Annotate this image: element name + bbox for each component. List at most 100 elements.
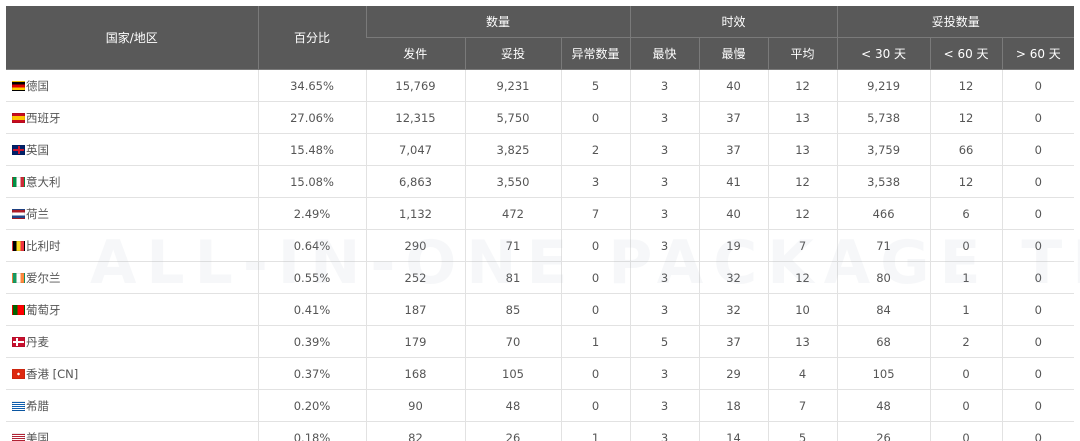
cell-delivered: 472 (464, 197, 561, 230)
cell-abnormal: 0 (560, 229, 631, 262)
cell-shipped: 168 (365, 357, 465, 390)
cell-abnormal: 0 (560, 357, 631, 390)
cell-gt60: 0 (1001, 197, 1075, 230)
table-row[interactable]: 英国 15.48% 7,047 3,825 2 3 37 13 3,759 66 0 (6, 133, 1075, 166)
cell-lt30: 84 (836, 293, 931, 326)
cell-abnormal: 0 (560, 293, 631, 326)
header-lt30[interactable]: < 30 天 (836, 37, 931, 70)
cell-percent: 0.55% (257, 261, 366, 294)
cell-average: 12 (767, 261, 838, 294)
table-row[interactable]: 比利时 0.64% 290 71 0 3 19 7 71 0 0 (6, 229, 1075, 262)
table-row[interactable]: 荷兰 2.49% 1,132 472 7 3 40 12 466 6 0 (6, 197, 1075, 230)
page: 国家/地区 百分比 数量 时效 妥投数量 发件 妥投 异常数量 最快 最慢 平均… (0, 0, 1080, 441)
header-country[interactable]: 国家/地区 (6, 6, 258, 70)
country-name: 西班牙 (26, 110, 61, 125)
header-gt60[interactable]: > 60 天 (1001, 37, 1075, 70)
flag-it-icon (12, 176, 25, 187)
table-row[interactable]: 香港 [CN] 0.37% 168 105 0 3 29 4 105 0 0 (6, 357, 1075, 390)
cell-fastest: 3 (629, 197, 700, 230)
cell-lt30: 71 (836, 229, 931, 262)
cell-lt30: 3,538 (836, 165, 931, 198)
cell-average: 7 (767, 229, 838, 262)
cell-gt60: 0 (1001, 69, 1075, 102)
cell-fastest: 3 (629, 133, 700, 166)
header-percent[interactable]: 百分比 (257, 6, 366, 70)
cell-shipped: 252 (365, 261, 465, 294)
cell-shipped: 187 (365, 293, 465, 326)
cell-country: 荷兰 (6, 197, 258, 230)
header-delivered[interactable]: 妥投 (464, 37, 561, 70)
cell-lt60: 0 (929, 229, 1003, 262)
cell-percent: 0.18% (257, 421, 366, 441)
table-body: 德国 34.65% 15,769 9,231 5 3 40 12 9,219 12 0 西班牙 27.0… (6, 69, 1075, 441)
cell-lt60: 2 (929, 325, 1003, 358)
table-row[interactable]: 意大利 15.08% 6,863 3,550 3 3 41 12 3,538 12 0 (6, 165, 1075, 198)
cell-percent: 0.41% (257, 293, 366, 326)
cell-percent: 0.64% (257, 229, 366, 262)
table-row[interactable]: 丹麦 0.39% 179 70 1 5 37 13 68 2 0 (6, 325, 1075, 358)
cell-delivered: 3,550 (464, 165, 561, 198)
header-average[interactable]: 平均 (767, 37, 838, 70)
country-name: 英国 (26, 142, 49, 157)
header-lt60[interactable]: < 60 天 (929, 37, 1003, 70)
cell-slowest: 40 (698, 197, 769, 230)
cell-country: 爱尔兰 (6, 261, 258, 294)
cell-slowest: 32 (698, 261, 769, 294)
cell-gt60: 0 (1001, 357, 1075, 390)
cell-fastest: 3 (629, 101, 700, 134)
cell-lt60: 1 (929, 293, 1003, 326)
cell-country: 意大利 (6, 165, 258, 198)
country-name: 爱尔兰 (26, 270, 61, 285)
header-abnormal[interactable]: 异常数量 (560, 37, 631, 70)
cell-gt60: 0 (1001, 229, 1075, 262)
country-name: 德国 (26, 78, 49, 93)
cell-lt30: 48 (836, 389, 931, 422)
header-shipped[interactable]: 发件 (366, 37, 465, 70)
cell-delivered: 3,825 (464, 133, 561, 166)
country-name: 葡萄牙 (26, 302, 61, 317)
cell-lt30: 105 (836, 357, 931, 390)
country-name: 荷兰 (26, 206, 49, 221)
cell-fastest: 3 (629, 261, 700, 294)
cell-abnormal: 7 (560, 197, 631, 230)
cell-percent: 15.08% (257, 165, 366, 198)
table-row[interactable]: 西班牙 27.06% 12,315 5,750 0 3 37 13 5,738 12 0 (6, 101, 1075, 134)
cell-percent: 2.49% (257, 197, 366, 230)
cell-slowest: 19 (698, 229, 769, 262)
table-row[interactable]: 德国 34.65% 15,769 9,231 5 3 40 12 9,219 12 0 (6, 69, 1075, 102)
cell-fastest: 3 (629, 229, 700, 262)
cell-country: 葡萄牙 (6, 293, 258, 326)
cell-lt30: 9,219 (836, 69, 931, 102)
cell-slowest: 37 (698, 101, 769, 134)
cell-lt30: 5,738 (836, 101, 931, 134)
cell-fastest: 3 (629, 357, 700, 390)
cell-lt60: 66 (929, 133, 1003, 166)
flag-dk-icon (12, 336, 25, 347)
header-group-delivered: 妥投数量 (836, 6, 1075, 38)
cell-shipped: 6,863 (365, 165, 465, 198)
header-fastest[interactable]: 最快 (629, 37, 700, 70)
cell-gt60: 0 (1001, 133, 1075, 166)
cell-average: 4 (767, 357, 838, 390)
cell-average: 12 (767, 69, 838, 102)
table-row[interactable]: 美国 0.18% 82 26 1 3 14 5 26 0 0 (6, 421, 1075, 441)
country-name: 意大利 (26, 174, 61, 189)
cell-lt30: 68 (836, 325, 931, 358)
cell-abnormal: 0 (560, 389, 631, 422)
cell-gt60: 0 (1001, 325, 1075, 358)
flag-ie-icon (12, 272, 25, 283)
cell-gt60: 0 (1001, 101, 1075, 134)
table-row[interactable]: 希腊 0.20% 90 48 0 3 18 7 48 0 0 (6, 389, 1075, 422)
cell-delivered: 48 (464, 389, 561, 422)
header-slowest[interactable]: 最慢 (698, 37, 769, 70)
cell-percent: 0.37% (257, 357, 366, 390)
cell-shipped: 12,315 (365, 101, 465, 134)
flag-pt-icon (12, 304, 25, 315)
cell-average: 7 (767, 389, 838, 422)
cell-slowest: 40 (698, 69, 769, 102)
cell-lt60: 0 (929, 389, 1003, 422)
cell-lt60: 6 (929, 197, 1003, 230)
table-row[interactable]: 爱尔兰 0.55% 252 81 0 3 32 12 80 1 0 (6, 261, 1075, 294)
cell-shipped: 90 (365, 389, 465, 422)
table-row[interactable]: 葡萄牙 0.41% 187 85 0 3 32 10 84 1 0 (6, 293, 1075, 326)
